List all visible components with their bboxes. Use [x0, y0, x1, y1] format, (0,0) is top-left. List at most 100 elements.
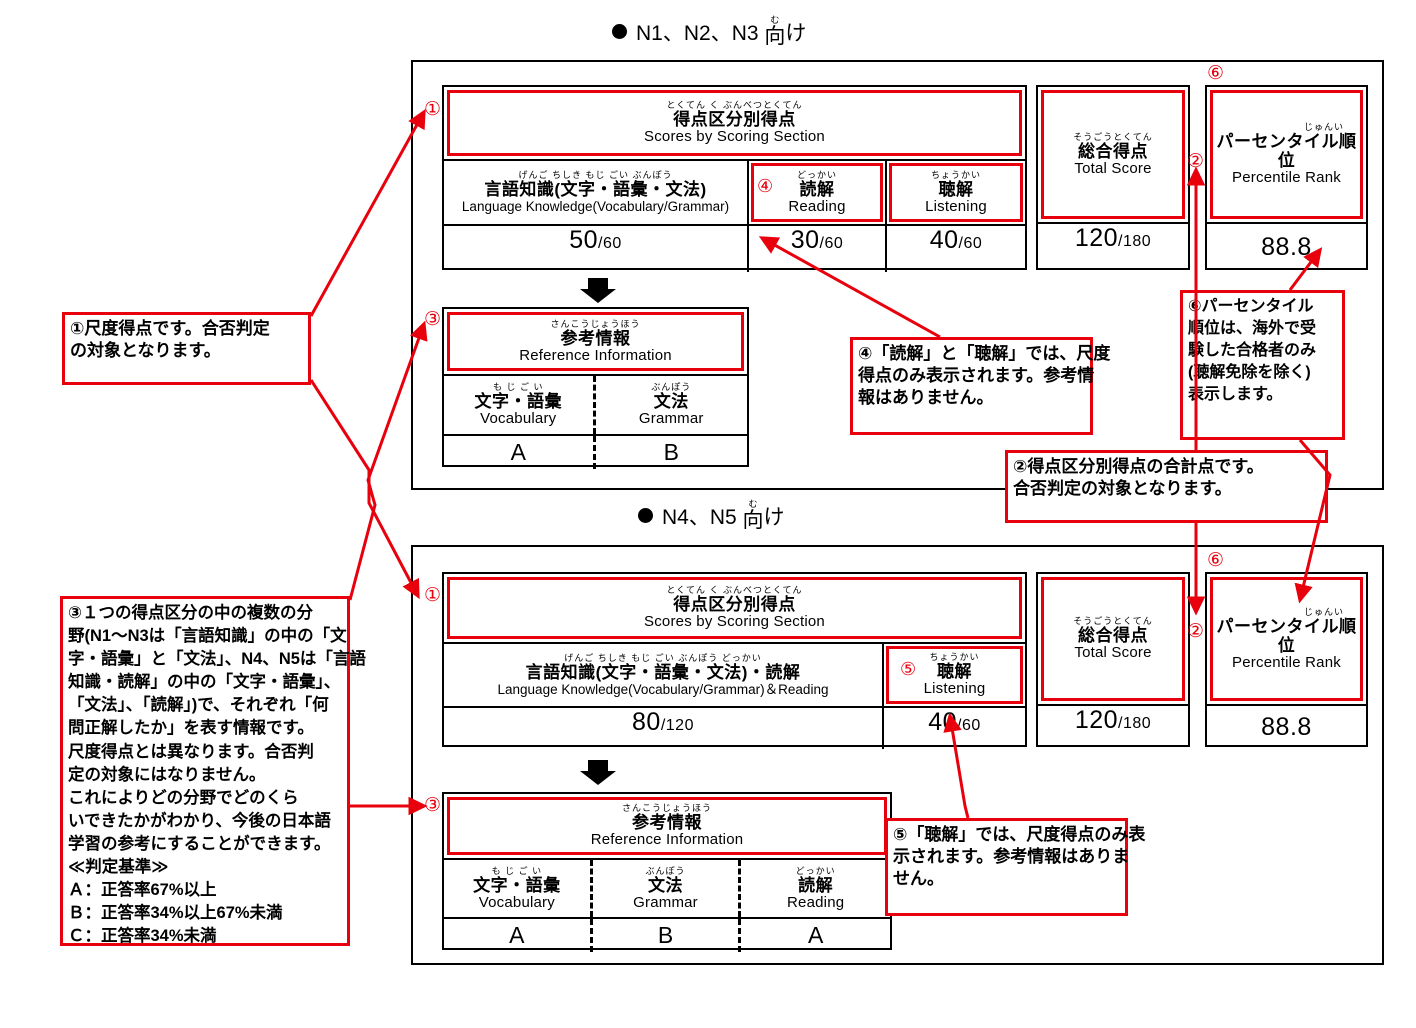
note-1-line-0: ①尺度得点です。合否判定	[70, 319, 270, 338]
ref-col-grammar-bottom: ぶんぽう 文法 Grammar	[593, 860, 742, 917]
note-5-line-1: 示されます。参考情報はありま	[893, 847, 1130, 867]
b-col1-en: Listening	[923, 680, 986, 698]
ref1-ruby-top: ぶんぽう	[651, 382, 692, 393]
note-3-line-1: 野(N1〜N3は「言語知識」の中の「文	[68, 627, 347, 646]
section-heading-n4n5: N4、N5 む向け	[638, 500, 785, 531]
column-label-lk-reading: げんご ちしき もじ ごい ぶんぽう どっかい 言語知識(文字・語彙・文法)・読…	[444, 644, 884, 706]
ref-header-ruby-top: さんこうじょうほう	[550, 318, 641, 329]
b-ref0-ruby: も じ ご い	[491, 865, 543, 876]
note-6-line-1: 順位は、海外で受	[1188, 320, 1317, 338]
marker-1-top: ①	[424, 99, 442, 120]
leader-note1-to-marker1-bottom	[309, 379, 420, 600]
col0-en: Language Knowledge(Vocabulary/Grammar)	[461, 199, 730, 215]
col1-value: 30	[790, 226, 820, 254]
scores-table-n1n3: とくてん く ぶんべつとくてん 得点区分別得点 Scores by Scorin…	[442, 85, 1027, 272]
note-1-line-1: の対象となります。	[70, 341, 221, 361]
b-col1-ruby: ちょうかい	[929, 652, 980, 663]
reference-table-n1n3: さんこうじょうほう 参考情報 Reference Information も じ…	[442, 307, 749, 469]
note-3-line-14: Ｃ：正答率34%未満	[68, 927, 217, 946]
marker-4-inline: ④	[757, 176, 774, 196]
col2-ruby: ちょうかい	[930, 169, 981, 180]
percentile-en: Percentile Rank	[1232, 169, 1341, 187]
total-en: Total Score	[1074, 159, 1152, 177]
ref1-grade-top: B	[663, 438, 679, 465]
ref-col-grammar-top: ぶんぽう 文法 Grammar	[596, 376, 748, 434]
note-3-line-8: これによりどの分野でどのくら	[68, 788, 299, 807]
note-5: ⑤「聴解」では、尺度得点のみ表 示されます。参考情報はありま せん。	[885, 818, 1146, 916]
b-value-listening: 40/60	[884, 708, 1025, 749]
percentile-jp: パーセンタイル順位	[1216, 132, 1357, 171]
section-heading-n4n5-text: N4、N5 む向け	[662, 499, 785, 532]
b-col1-jp: 聴解	[937, 662, 972, 682]
percentile-table-n1n3: じゅんい パーセンタイル順位 Percentile Rank 88.8	[1205, 85, 1368, 270]
scores-header-highlight-bottom: とくてん く ぶんべつとくてん 得点区分別得点 Scores by Scorin…	[447, 577, 1022, 639]
b-ref1-en: Grammar	[633, 893, 698, 911]
reference-header-highlight-bottom: さんこうじょうほう 参考情報 Reference Information	[447, 797, 887, 855]
total-score-highlight: そうごうとくてん 総合得点 Total Score	[1041, 90, 1185, 219]
col0-den: /60	[598, 235, 622, 252]
note-3-line-10: 学習の参考にすることができます。	[68, 834, 331, 853]
listening-highlight: ちょうかい 聴解 Listening	[889, 163, 1023, 222]
percentile-ruby: じゅんい	[1303, 122, 1344, 133]
ref0-jp-top: 文字・語彙	[474, 392, 562, 412]
scores-header-ruby-bottom: とくてん く ぶんべつとくてん	[666, 585, 803, 596]
b-ref1-jp: 文法	[648, 875, 683, 895]
col0-ruby: げんご ちしき もじ ごい ぶんぽう	[518, 170, 673, 181]
col1-ruby: どっかい	[796, 169, 837, 180]
b-ref1-ruby: ぶんぽう	[645, 865, 686, 876]
ref-header-en-top: Reference Information	[519, 346, 672, 364]
marker-2-top: ②	[1187, 151, 1205, 172]
ref-header-en-bottom: Reference Information	[590, 831, 744, 849]
note-2-line-1: 合否判定の対象となります。	[1013, 479, 1232, 499]
total-score-table-n1n3: そうごうとくてん 総合得点 Total Score 120/180	[1036, 85, 1190, 270]
note-5-line-0: ⑤「聴解」では、尺度得点のみ表	[893, 825, 1146, 844]
total-ruby: そうごうとくてん	[1073, 131, 1153, 142]
diagram-root: N1、N2、N3 む向け とくてん く ぶんべつとくてん 得点区分別得点 Sco…	[0, 0, 1416, 1028]
col2-value: 40	[929, 226, 959, 254]
col0-value: 50	[569, 226, 599, 254]
note-6-line-3: (聴解免除を除く)	[1188, 364, 1311, 382]
note-3-line-9: いできたかがわかり、今後の日本語	[68, 811, 331, 830]
b-ref0-en: Vocabulary	[478, 893, 555, 911]
note-4-line-2: 報はありません。	[858, 388, 994, 408]
total-jp: 総合得点	[1078, 141, 1148, 161]
marker-2-bottom: ②	[1187, 621, 1205, 642]
note-3-line-4: 「文法」、「読解」)で、それぞれ「何	[68, 696, 329, 715]
scores-header-jp-bottom: 得点区分別得点	[673, 595, 796, 615]
b-total-value: 120	[1074, 706, 1119, 734]
percentile-ruby-bottom: じゅんい	[1303, 606, 1344, 617]
col1-en: Reading	[788, 197, 846, 215]
ref0-grade-top: A	[444, 436, 596, 469]
marker-3-bottom: ③	[424, 795, 442, 816]
ref-col-vocabulary-bottom: も じ ご い 文字・語彙 Vocabulary	[444, 860, 593, 917]
total-en-bottom: Total Score	[1074, 644, 1152, 662]
scores-header-ruby: とくてん く ぶんべつとくてん	[666, 100, 803, 111]
reference-header-highlight-top: さんこうじょうほう 参考情報 Reference Information	[447, 312, 744, 371]
ref-header-ruby-bottom: さんこうじょうほう	[621, 803, 712, 814]
value-language-knowledge: 50/60	[444, 226, 749, 272]
ref-col-reading-bottom: どっかい 読解 Reading	[741, 860, 890, 917]
total-value-n1n3: 120/180	[1038, 224, 1188, 270]
note-3-line-12: Ａ：正答率67%以上	[68, 881, 217, 900]
marker-3-top: ③	[424, 309, 442, 330]
note-5-line-2: せん。	[893, 869, 944, 889]
note-3-line-6: 尺度得点とは異なります。合否判	[68, 742, 314, 761]
total-value: 120	[1074, 224, 1119, 252]
bullet-icon	[612, 24, 627, 39]
col2-en: Listening	[925, 197, 987, 215]
scores-table-n4n5: とくてん く ぶんべつとくてん 得点区分別得点 Scores by Scorin…	[442, 572, 1027, 749]
total-score-highlight-bottom: そうごうとくてん 総合得点 Total Score	[1041, 577, 1185, 701]
leader-note1-to-marker1-top	[309, 108, 426, 317]
ref1-jp-top: 文法	[653, 392, 689, 412]
note-3-line-0: ③１つの得点区分の中の複数の分	[68, 604, 313, 622]
note-6-line-2: 験した合格者のみ	[1188, 342, 1317, 360]
b-ref0-jp: 文字・語彙	[473, 875, 561, 895]
note-3-line-5: 問正解したか」を表す情報です。	[68, 719, 314, 738]
percentile-table-n4n5: じゅんい パーセンタイル順位 Percentile Rank 88.8	[1205, 572, 1368, 747]
ref-header-jp-bottom: 参考情報	[632, 813, 702, 833]
col2-jp: 聴解	[938, 179, 974, 199]
b-col0-value: 80	[632, 708, 661, 736]
b-col0-ruby: げんご ちしき もじ ごい ぶんぽう どっかい	[564, 652, 762, 663]
value-reading: 30/60	[749, 226, 887, 272]
ref0-en-top: Vocabulary	[480, 410, 557, 428]
